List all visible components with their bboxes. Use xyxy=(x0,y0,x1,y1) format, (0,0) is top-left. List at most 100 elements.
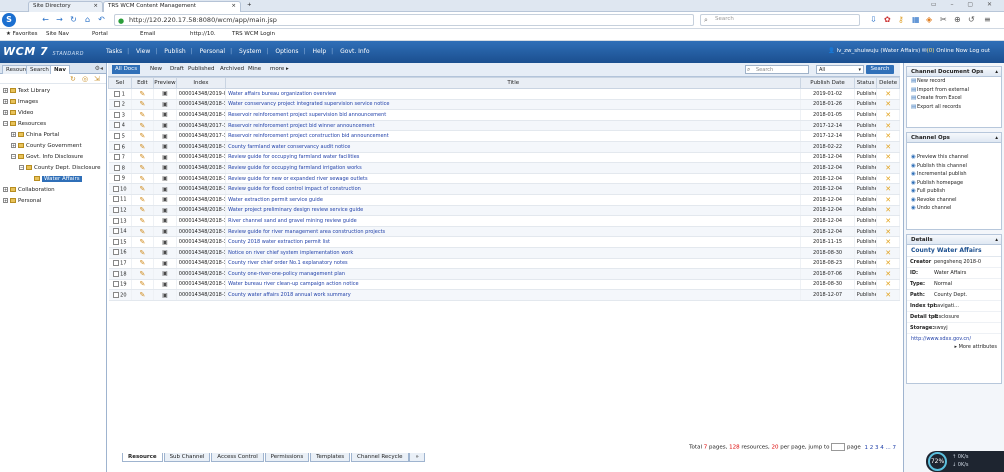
row-title-link[interactable]: Notice on river chief system implementat… xyxy=(225,247,802,259)
row-title-link[interactable]: Water conservancy project integrated sup… xyxy=(225,99,802,111)
locate-icon[interactable]: ◎ xyxy=(82,75,88,83)
delete-icon[interactable]: ✕ xyxy=(885,206,891,214)
delete-icon[interactable]: ✕ xyxy=(885,111,891,119)
close-icon[interactable]: × xyxy=(93,3,98,9)
pencil-icon[interactable]: ✎ xyxy=(139,153,145,161)
row-title-link[interactable]: County water affairs 2018 annual work su… xyxy=(225,289,802,301)
table-row[interactable]: 19 ✎ ▣ 000014348/2018-36067Water bureau riv… xyxy=(108,279,900,291)
delete-icon[interactable]: ✕ xyxy=(885,196,891,204)
row-title-link[interactable]: County river chief order No.1 explanator… xyxy=(225,258,802,270)
row-title-link[interactable]: Reservoir reinforcement project supervis… xyxy=(225,109,802,121)
network-speed-widget[interactable]: 72% ↑ 0K/s ↓ 0K/s xyxy=(926,451,1004,472)
table-row[interactable]: 2 ✎ ▣ 000014348/2018-36446Water conservancy… xyxy=(108,99,900,111)
tree-node[interactable]: + China Portal xyxy=(0,130,106,141)
op-new-record[interactable]: ▤New record xyxy=(907,77,1001,86)
delete-icon[interactable]: ✕ xyxy=(885,164,891,172)
table-row[interactable]: 16 ✎ ▣ 000014348/2018-36096Notice on river … xyxy=(108,247,900,259)
delete-icon[interactable]: ✕ xyxy=(885,238,891,246)
detail-url-link[interactable]: http://www.sdxx.gov.cn/ xyxy=(907,334,1001,344)
op-preview-channel[interactable]: ◉Preview this channel xyxy=(907,153,1001,162)
table-row[interactable]: 17 ✎ ▣ 000014348/2018-36093County river chi… xyxy=(108,258,900,270)
pencil-icon[interactable]: ✎ xyxy=(139,291,145,299)
search-button[interactable]: Search xyxy=(866,65,894,74)
filter-archived-button[interactable]: Archived xyxy=(220,66,244,72)
op-revoke-channel[interactable]: ◉Revoke channel xyxy=(907,196,1001,205)
undo-icon[interactable]: ↶ xyxy=(96,14,107,25)
table-row[interactable]: 7 ✎ ▣ 000014348/2018-36401Review guide for … xyxy=(108,152,900,164)
table-row[interactable]: 6 ✎ ▣ 000014348/2018-36423County farmland w… xyxy=(108,141,900,153)
online-link[interactable]: Online Now xyxy=(936,48,967,54)
tree-node[interactable]: + Personal xyxy=(0,196,106,207)
row-checkbox[interactable] xyxy=(114,175,121,182)
delete-icon[interactable]: ✕ xyxy=(885,280,891,288)
row-checkbox[interactable] xyxy=(114,90,121,97)
table-row[interactable]: 9 ✎ ▣ 000014348/2018-36399Review guide for … xyxy=(108,173,900,185)
search-scope-select[interactable]: All ▾ xyxy=(816,65,864,74)
bookmark-item[interactable]: ★ Favorites xyxy=(6,31,38,37)
download-icon[interactable]: ⇩ xyxy=(870,14,877,25)
browser-search-input[interactable]: ⌕ Search xyxy=(700,14,860,26)
table-row[interactable]: 14 ✎ ▣ 000014348/2018-36375Review guide for… xyxy=(108,226,900,238)
row-checkbox[interactable] xyxy=(112,185,119,192)
grid-icon[interactable]: ▦ xyxy=(912,14,920,25)
delete-icon[interactable]: ✕ xyxy=(885,291,891,299)
pencil-icon[interactable]: ✎ xyxy=(139,100,145,108)
bookmark-item[interactable]: http://10. xyxy=(190,31,216,37)
new-tab-button[interactable]: + xyxy=(243,1,255,12)
more-button[interactable]: more ▸ xyxy=(270,66,289,72)
row-checkbox[interactable] xyxy=(112,281,119,288)
pencil-icon[interactable]: ✎ xyxy=(139,90,145,98)
row-checkbox[interactable] xyxy=(114,143,121,150)
more-attributes-link[interactable]: ▸ More attributes xyxy=(907,344,1001,350)
preview-doc-icon[interactable]: ▣ xyxy=(162,260,168,267)
op-excel[interactable]: ▤Create from Excel xyxy=(907,94,1001,103)
table-row[interactable]: 1 ✎ ▣ 000014348/2019-00030Water affairs bur… xyxy=(108,88,900,100)
bookmark-item[interactable]: Email xyxy=(140,31,155,37)
delete-icon[interactable]: ✕ xyxy=(885,100,891,108)
delete-icon[interactable]: ✕ xyxy=(885,90,891,98)
bottom-tab-resource[interactable]: Resource xyxy=(122,453,163,462)
expand-icon[interactable]: + xyxy=(3,110,8,115)
row-checkbox[interactable] xyxy=(112,207,119,214)
delete-icon[interactable]: ✕ xyxy=(885,153,891,161)
row-title-link[interactable]: Review guide for flood control impact of… xyxy=(225,183,802,195)
preview-doc-icon[interactable]: ▣ xyxy=(162,196,168,203)
window-controls[interactable]: ▭ – ▢ ✕ xyxy=(931,1,998,8)
table-row[interactable]: 5 ✎ ▣ 000014348/2017-36095Reservoir reinfor… xyxy=(108,130,900,142)
refresh-icon[interactable]: ↻ xyxy=(70,75,76,83)
delete-icon[interactable]: ✕ xyxy=(885,185,891,193)
row-title-link[interactable]: Review guide for occupying farmland irri… xyxy=(225,162,802,174)
col-index[interactable]: Index xyxy=(175,77,227,89)
pencil-icon[interactable]: ✎ xyxy=(139,164,145,172)
row-checkbox[interactable] xyxy=(112,228,119,235)
pencil-icon[interactable]: ✎ xyxy=(139,280,145,288)
extension-icon[interactable]: ✿ xyxy=(884,14,891,25)
bottom-tab-access[interactable]: Access Control xyxy=(211,453,264,462)
op-full-publish[interactable]: ◉Full publish xyxy=(907,187,1001,196)
scissors-icon[interactable]: ✂ xyxy=(940,14,947,25)
pencil-icon[interactable]: ✎ xyxy=(139,206,145,214)
menu-icon[interactable]: ≡ xyxy=(984,14,991,25)
forward-icon[interactable]: → xyxy=(54,14,65,25)
close-icon[interactable]: × xyxy=(231,3,236,9)
preview-doc-icon[interactable]: ▣ xyxy=(162,111,168,118)
op-undo-channel[interactable]: ◉Undo channel xyxy=(907,204,1001,213)
pencil-icon[interactable]: ✎ xyxy=(139,196,145,204)
pencil-icon[interactable]: ✎ xyxy=(139,270,145,278)
row-checkbox[interactable] xyxy=(114,111,121,118)
delete-icon[interactable]: ✕ xyxy=(885,175,891,183)
preview-doc-icon[interactable]: ▣ xyxy=(162,175,168,182)
table-row[interactable]: 11 ✎ ▣ 000014348/2018-36395Water extraction… xyxy=(108,194,900,206)
preview-doc-icon[interactable]: ▣ xyxy=(162,281,168,288)
preview-doc-icon[interactable]: ▣ xyxy=(162,90,168,97)
table-row[interactable]: 8 ✎ ▣ 000014348/2018-36400Review guide for … xyxy=(108,162,900,174)
bottom-tab-templates[interactable]: Templates xyxy=(310,453,351,462)
row-checkbox[interactable] xyxy=(112,270,119,277)
message-count[interactable]: (0) xyxy=(927,48,935,54)
tree-node-selected[interactable]: Water Affairs xyxy=(0,174,106,185)
row-checkbox[interactable] xyxy=(112,291,119,298)
collapse-icon[interactable]: ⇲ xyxy=(94,75,100,83)
filter-published-button[interactable]: Published xyxy=(188,66,214,72)
logout-link[interactable]: Log out xyxy=(969,48,990,54)
row-checkbox[interactable] xyxy=(112,249,119,256)
